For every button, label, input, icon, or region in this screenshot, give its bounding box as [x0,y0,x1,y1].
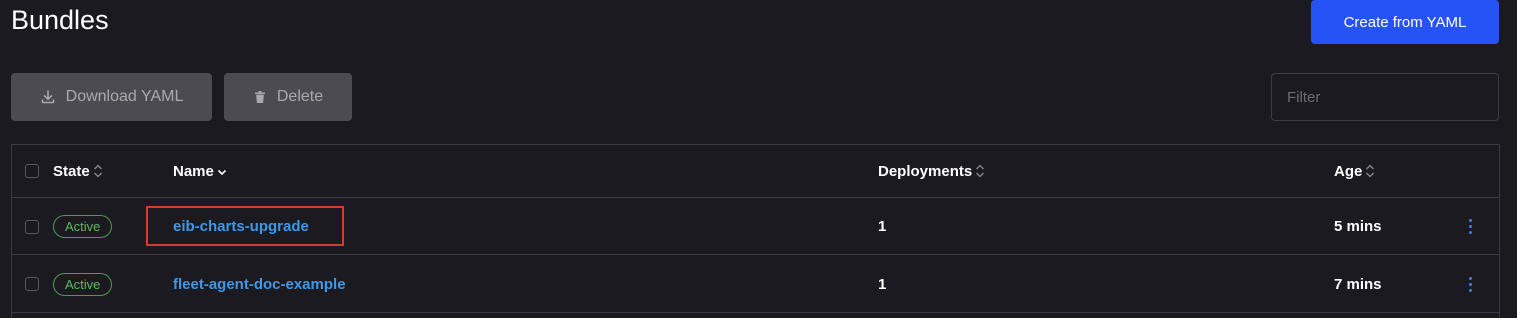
row-actions-cell [1462,199,1478,254]
state-cell: Active [53,256,113,312]
status-badge: Active [53,272,113,296]
select-all-cell [25,145,39,197]
row-select-cell [25,199,39,254]
row-checkbox[interactable] [25,277,39,291]
sort-icon [976,164,985,178]
deployments-value: 1 [878,218,887,235]
column-header-state[interactable]: State [53,145,104,197]
name-cell: eib-charts-upgrade [173,199,309,254]
age-value: 5 mins [1334,218,1382,235]
download-yaml-button[interactable]: Download YAML [11,73,212,121]
download-yaml-label: Download YAML [65,88,184,105]
row-checkbox[interactable] [25,219,39,234]
age-cell: 7 mins [1334,256,1382,312]
bundle-name-link[interactable]: fleet-agent-doc-example [173,276,346,293]
kebab-menu-icon[interactable] [1468,219,1472,234]
column-header-label: Age [1334,162,1363,180]
deployments-value: 1 [878,275,887,293]
delete-button[interactable]: Delete [224,73,352,121]
sort-icon [1366,164,1375,178]
table-header-row: State Name Deployments Age [12,145,1499,198]
column-header-deployments[interactable]: Deployments [878,145,986,197]
bundle-name-link[interactable]: eib-charts-upgrade [173,218,309,235]
delete-label: Delete [276,88,324,105]
bundles-table: State Name Deployments Age Active eib-ch… [11,144,1500,318]
age-value: 7 mins [1334,275,1382,293]
filter-input[interactable] [1271,73,1499,121]
column-header-label: Name [173,162,214,180]
column-header-label: State [53,162,90,180]
table-row: Active fleet-agent-doc-example 1 7 mins [12,256,1499,313]
row-select-cell [25,256,39,312]
kebab-menu-icon[interactable] [1468,276,1472,292]
column-header-age[interactable]: Age [1334,145,1376,197]
column-header-label: Deployments [878,162,973,180]
deployments-cell: 1 [878,256,886,312]
state-cell: Active [53,199,113,254]
download-icon [40,89,56,105]
name-cell: fleet-agent-doc-example [173,256,346,312]
page-title: Bundles [11,5,109,35]
column-header-name[interactable]: Name [173,145,228,197]
select-all-checkbox[interactable] [25,164,39,178]
sort-down-icon [217,169,226,176]
status-badge: Active [53,215,113,238]
age-cell: 5 mins [1334,199,1382,254]
sort-icon [93,164,102,178]
bundles-page: Bundles Create from YAML Download YAML D… [0,0,1517,318]
table-row: Active eib-charts-upgrade 1 5 mins [12,199,1499,255]
row-actions-cell [1462,256,1478,312]
create-from-yaml-button[interactable]: Create from YAML [1311,0,1499,44]
trash-icon [253,90,267,104]
deployments-cell: 1 [878,199,886,254]
